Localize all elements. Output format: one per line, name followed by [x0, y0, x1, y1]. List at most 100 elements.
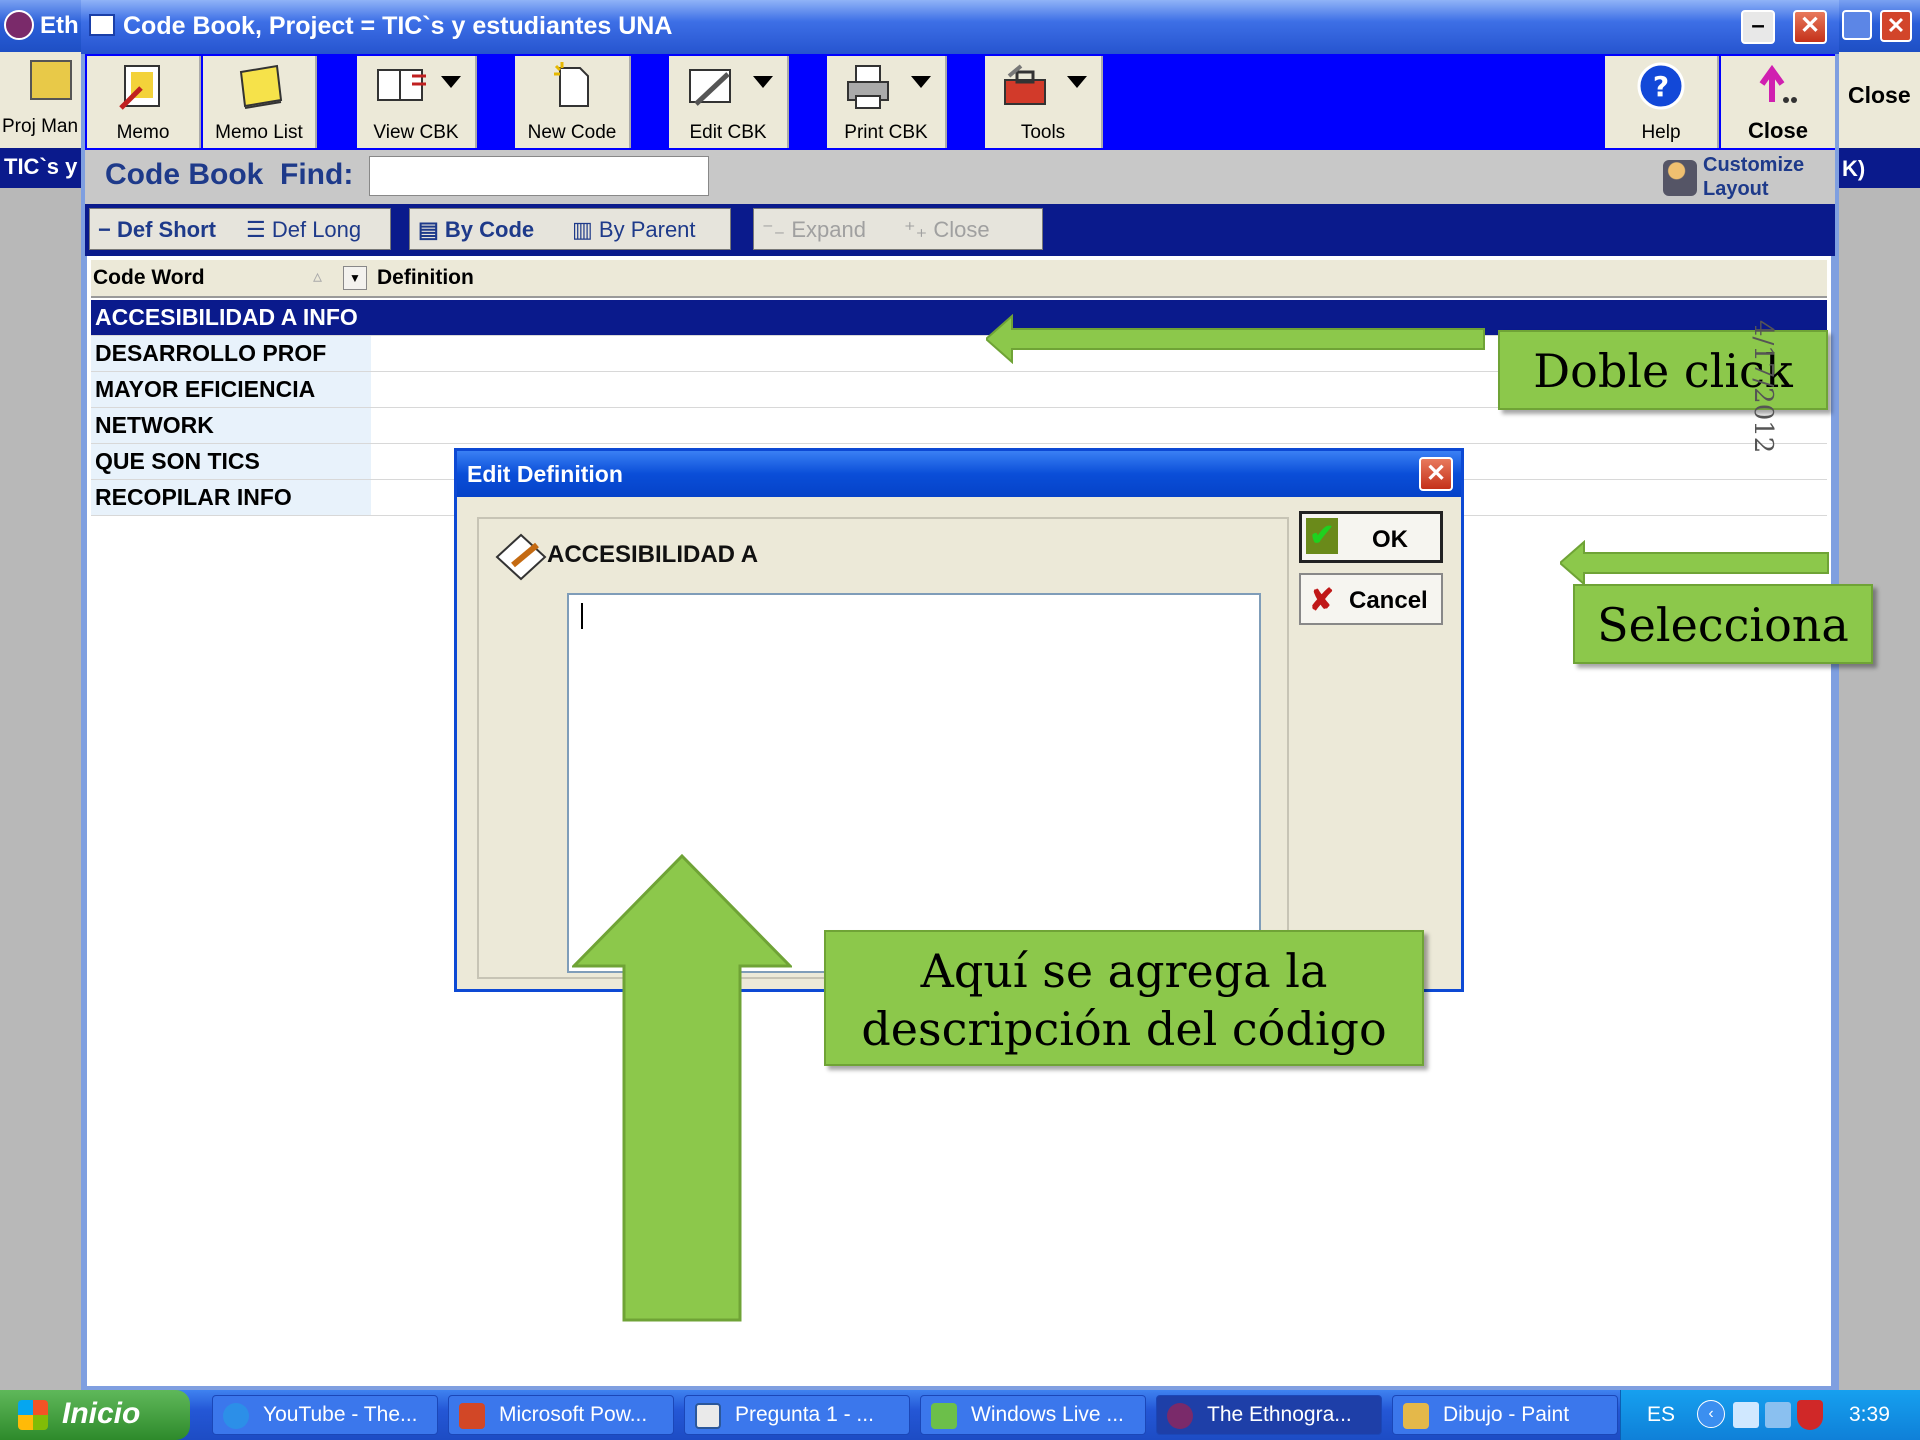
background-close-button[interactable]: Close [1848, 82, 1911, 109]
arrow-up [572, 854, 792, 1322]
window-close-button[interactable]: ✕ [1793, 10, 1827, 44]
printer-icon [847, 65, 889, 109]
minimize-button[interactable]: – [1741, 10, 1775, 44]
project-manager-icon [30, 60, 72, 100]
help-icon: ? [1637, 62, 1685, 110]
taskbar: Inicio YouTube - The... Microsoft Pow...… [0, 1390, 1920, 1440]
definition-header[interactable]: Definition [377, 266, 474, 290]
code-word-cell: RECOPILAR INFO [91, 480, 371, 515]
code-word-cell: NETWORK [91, 408, 371, 443]
edit-codebook-icon [689, 69, 731, 106]
network-icon[interactable] [1733, 1402, 1759, 1428]
chevron-down-icon[interactable] [753, 76, 773, 88]
table-row[interactable]: NETWORK [91, 408, 1827, 444]
svg-text:?: ? [1653, 70, 1669, 103]
new-code-button[interactable]: New Code [515, 56, 631, 148]
print-cbk-button[interactable]: Print CBK [827, 56, 947, 148]
window-title: Code Book, Project = TIC`s y estudiantes… [123, 12, 673, 40]
task-ethnograph[interactable]: The Ethnogra... [1156, 1395, 1382, 1435]
task-label: YouTube - The... [263, 1403, 418, 1426]
chevron-down-icon[interactable] [911, 76, 931, 88]
close-toolbar-button[interactable]: Close [1721, 56, 1835, 148]
tools-button[interactable]: Tools [985, 56, 1103, 148]
security-shield-icon[interactable] [1797, 1400, 1823, 1430]
cancel-x-icon: ✘ [1309, 584, 1335, 617]
by-code-label: By Code [444, 217, 535, 242]
clock[interactable]: 3:39 [1849, 1403, 1890, 1427]
window-icon [89, 14, 115, 36]
help-label: Help [1641, 122, 1681, 143]
volume-icon[interactable] [1765, 1402, 1791, 1428]
paint-icon [1403, 1403, 1429, 1429]
project-manager-button[interactable]: Proj Man [2, 116, 78, 138]
chevron-down-icon[interactable] [1067, 76, 1087, 88]
code-word-cell: QUE SON TICS [91, 444, 371, 479]
internet-explorer-icon [223, 1403, 249, 1429]
memo-label: Memo [116, 122, 170, 143]
chevron-down-icon[interactable] [441, 76, 461, 88]
task-youtube[interactable]: YouTube - The... [212, 1395, 438, 1435]
memo-list-button[interactable]: Memo List [203, 56, 317, 148]
selecciona-callout: Selecciona [1573, 584, 1873, 664]
task-label: Windows Live ... [971, 1403, 1124, 1426]
collapse-label: Close [933, 217, 990, 242]
edit-cbk-button[interactable]: Edit CBK [669, 56, 789, 148]
customize-label-line2: Layout [1703, 178, 1769, 200]
find-input[interactable] [369, 156, 709, 196]
background-row-suffix: K) [1842, 156, 1866, 181]
code-book-title: Code Book Find: [105, 158, 353, 192]
by-parent-button[interactable]: ▥ By Parent [572, 217, 696, 243]
tree-group: ⁻₋ Expand ⁺₊ Close [753, 208, 1043, 250]
background-project-label: TIC`s y [4, 154, 78, 179]
word-icon [695, 1403, 721, 1429]
doble-click-callout: Doble click [1498, 330, 1828, 410]
dialog-titlebar: Edit Definition ✕ [457, 451, 1461, 497]
task-word[interactable]: Pregunta 1 - ... [684, 1395, 910, 1435]
close-arrow-icon [1759, 64, 1797, 103]
collapse-button[interactable]: ⁺₊ Close [904, 217, 990, 243]
def-short-button[interactable]: − Def Short [98, 217, 216, 243]
dialog-close-button[interactable]: ✕ [1419, 457, 1453, 491]
restore-icon[interactable] [1842, 10, 1872, 40]
ok-label: OK [1372, 526, 1408, 553]
language-indicator[interactable]: ES [1647, 1403, 1675, 1427]
background-window-title: Eth [40, 12, 79, 39]
windows-logo-icon [18, 1400, 48, 1430]
find-bar: Code Book Find: Customize Layout [85, 150, 1835, 204]
memo-button[interactable]: Memo [87, 56, 201, 148]
slide-date: 4/17/2012 [1748, 320, 1778, 454]
customize-layout-button[interactable]: Customize Layout [1663, 154, 1833, 202]
view-cbk-button[interactable]: View CBK [357, 56, 477, 148]
close-toolbar-label: Close [1748, 118, 1808, 143]
expand-label: Expand [791, 217, 866, 242]
cancel-button[interactable]: ✘ Cancel [1299, 573, 1443, 625]
def-long-button[interactable]: ☰ Def Long [246, 217, 361, 243]
tray-expand-icon[interactable]: ‹ [1697, 1400, 1725, 1428]
grid-header: Code Word ▵ ▼ Definition [91, 260, 1827, 298]
expand-button[interactable]: ⁻₋ Expand [762, 217, 866, 243]
view-options-bar: − Def Short ☰ Def Long ▤ By Code ▥ By Pa… [85, 204, 1835, 256]
task-paint[interactable]: Dibujo - Paint [1392, 1395, 1618, 1435]
start-button[interactable]: Inicio [0, 1390, 190, 1440]
help-button[interactable]: ? Help [1605, 56, 1719, 148]
arrow-left-selecciona [1560, 540, 1829, 586]
sort-ascending-icon: ▵ [313, 266, 323, 286]
definition-length-group: − Def Short ☰ Def Long [89, 208, 391, 250]
arrow-left-doble-click [986, 314, 1485, 364]
new-code-label: New Code [527, 122, 617, 143]
column-dropdown-button[interactable]: ▼ [343, 266, 367, 290]
code-word-header[interactable]: Code Word [93, 266, 205, 290]
list-icon: ▤ [418, 217, 439, 242]
system-tray: ES ‹ 3:39 [1620, 1390, 1920, 1440]
code-word-cell: MAYOR EFICIENCIA [91, 372, 371, 407]
task-powerpoint[interactable]: Microsoft Pow... [448, 1395, 674, 1435]
def-short-label: Def Short [116, 217, 216, 242]
task-label: Microsoft Pow... [499, 1403, 648, 1426]
aqui-line1: Aquí se agrega la [920, 944, 1328, 998]
view-codebook-icon [377, 69, 426, 101]
ok-button[interactable]: ✔ OK [1299, 511, 1443, 563]
task-windows-live[interactable]: Windows Live ... [920, 1395, 1146, 1435]
by-code-button[interactable]: ▤ By Code [418, 217, 534, 243]
close-icon[interactable]: ✕ [1880, 10, 1912, 42]
cancel-label: Cancel [1349, 587, 1428, 614]
